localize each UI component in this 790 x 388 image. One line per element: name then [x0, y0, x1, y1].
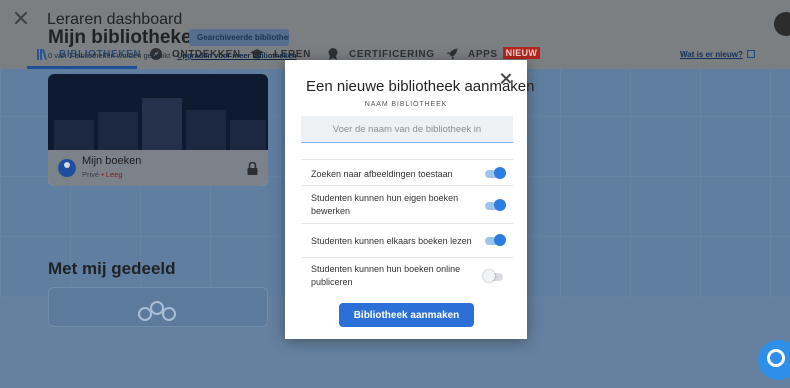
publish-online-toggle[interactable]: [483, 270, 503, 282]
option-row: Studenten kunnen hun boeken online publi…: [301, 257, 513, 292]
archived-libraries-button[interactable]: Gearchiveerde bibliotheken: [189, 29, 289, 46]
option-label: Studenten kunnen elkaars boeken lezen: [311, 236, 472, 246]
option-row: Studenten kunnen elkaars boeken lezen: [301, 223, 513, 257]
toggle-knob: [483, 270, 495, 282]
visibility-label: Privé: [82, 170, 100, 179]
library-meta: Privé • Leeg: [82, 170, 123, 179]
toggle-knob: [494, 167, 506, 179]
whats-new-link[interactable]: Wat is er nieuw?: [680, 50, 755, 59]
create-library-button[interactable]: Bibliotheek aanmaken: [339, 303, 474, 327]
library-card-footer: Mijn boeken Privé • Leeg: [48, 150, 268, 186]
option-label: Studenten kunnen hun eigen boeken bewerk…: [311, 193, 459, 216]
new-badge: NIEUW: [502, 47, 541, 59]
library-name-label: NAAM BIBLIOTHEEK: [364, 101, 448, 108]
libraries-title: Mijn bibliotheken: [48, 27, 204, 48]
upgrade-link[interactable]: Upgraden voor meer bibliotheken: [177, 51, 297, 60]
cover-book: [230, 120, 266, 150]
library-cover: [48, 74, 268, 150]
cover-book: [186, 110, 226, 150]
option-label: Zoeken naar afbeeldingen toestaan: [311, 169, 453, 179]
person-icon: [58, 159, 76, 177]
status-label: Leeg: [105, 170, 123, 179]
library-name: Mijn boeken: [82, 155, 142, 167]
option-row: Zoeken naar afbeeldingen toestaan: [301, 159, 513, 185]
toggle-knob: [494, 199, 506, 211]
lock-icon: [247, 162, 258, 175]
search-icon[interactable]: [758, 340, 790, 380]
shared-section-title: Met mij gedeeld: [48, 259, 176, 278]
new-library-dialog: Een nieuwe bibliotheek aanmaken NAAM BIB…: [285, 60, 535, 339]
library-card[interactable]: Mijn boeken Privé • Leeg: [48, 74, 268, 186]
library-count: 0 van 1 bibliotheken worden gebruikt • U…: [48, 51, 297, 60]
cover-book: [98, 112, 138, 150]
certificate-icon: [328, 48, 338, 60]
edit-own-books-toggle[interactable]: [485, 199, 506, 211]
cover-book: [54, 120, 94, 150]
toggle-knob: [494, 234, 506, 246]
users-icon: [134, 301, 184, 321]
option-row: Studenten kunnen hun eigen boeken bewerk…: [301, 185, 513, 223]
library-name-input[interactable]: [301, 116, 513, 143]
cover-book: [142, 98, 182, 150]
status-dot: •: [101, 170, 104, 179]
option-label: Studenten kunnen hun boeken online publi…: [311, 264, 461, 287]
rocket-icon: [446, 48, 458, 60]
library-usage-text: 0 van 1 bibliotheken worden gebruikt: [48, 51, 171, 60]
user-avatar[interactable]: [774, 12, 790, 36]
tab-label: APPS: [468, 49, 498, 60]
external-link-icon: [746, 50, 755, 58]
close-icon[interactable]: [499, 72, 513, 86]
image-search-toggle[interactable]: [485, 167, 506, 179]
close-icon[interactable]: [12, 9, 30, 27]
separator: •: [172, 51, 175, 60]
tab-label: CERTIFICERING: [349, 49, 435, 60]
whats-new-label: Wat is er nieuw?: [680, 50, 743, 59]
read-others-books-toggle[interactable]: [485, 234, 506, 246]
